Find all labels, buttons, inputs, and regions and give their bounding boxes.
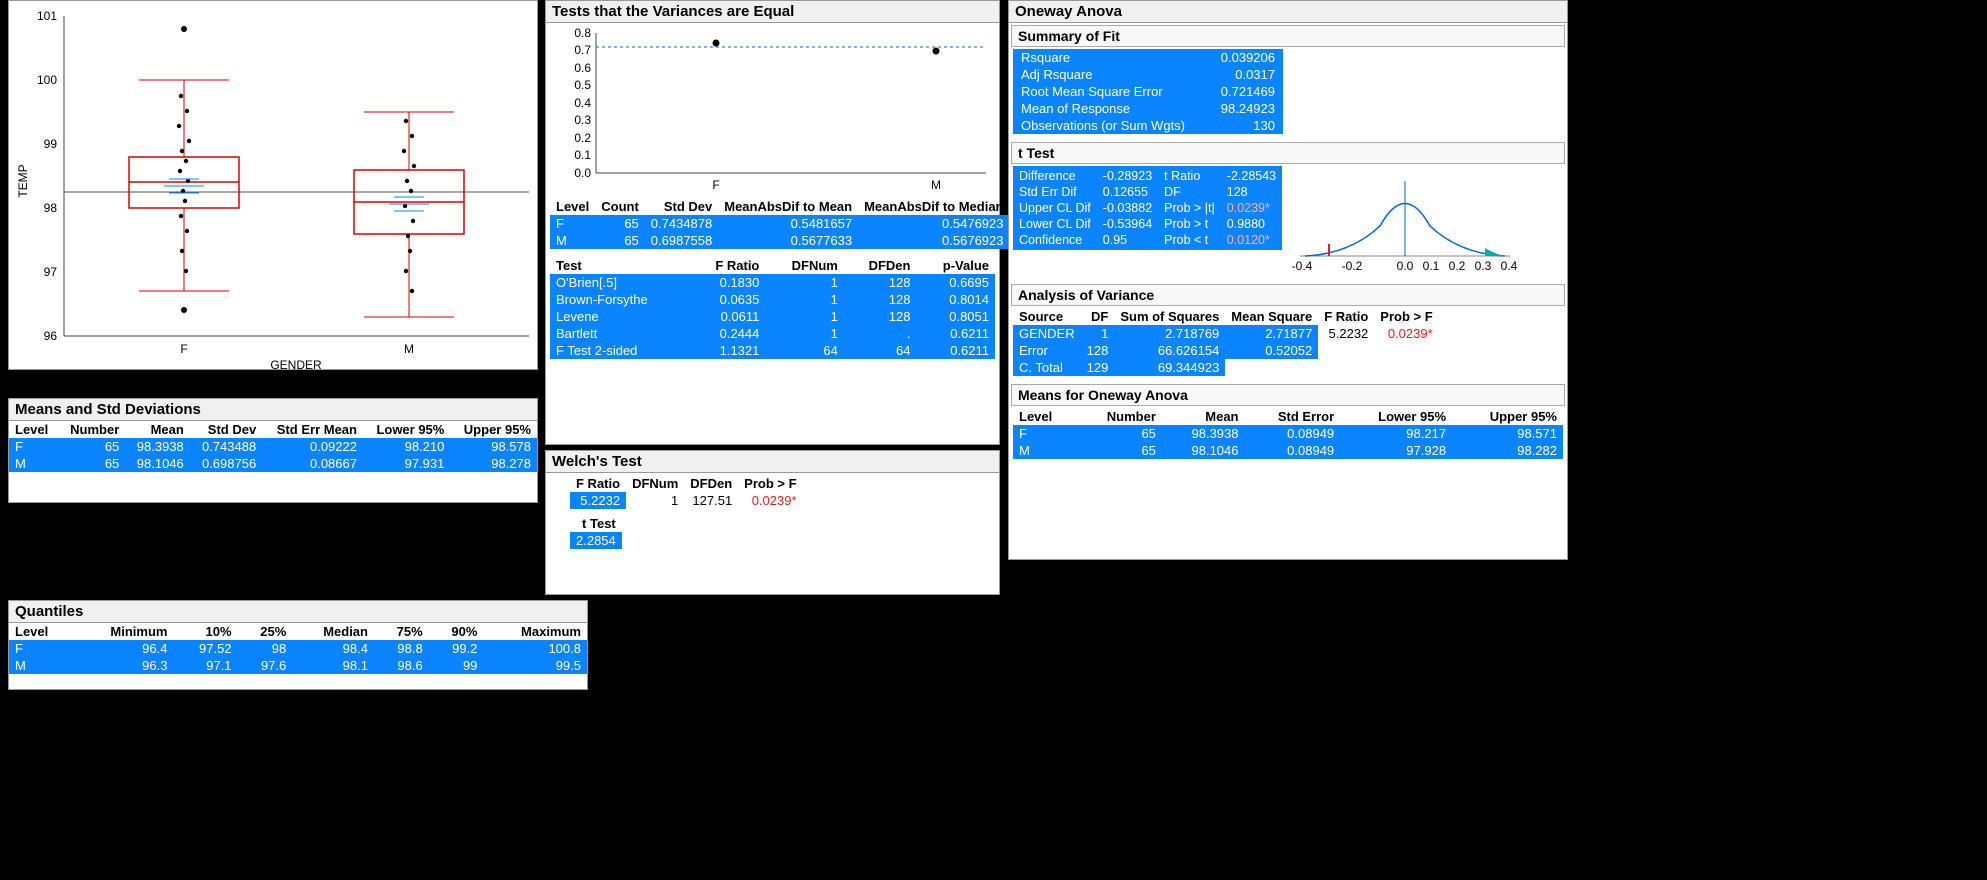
svg-text:0.3: 0.3 [1475,259,1492,273]
svg-text:100: 100 [37,73,57,87]
kv-row[interactable]: Root Mean Square Error0.721469 [1013,83,1283,100]
welch-panel: Welch's Test F RatioDFNumDFDenProb > F 5… [545,450,1000,595]
svg-text:0.5: 0.5 [574,78,591,92]
box-F [129,26,239,313]
svg-text:0.2: 0.2 [574,131,591,145]
svg-text:M: M [931,178,941,192]
aov-title: Analysis of Variance [1011,284,1565,306]
table-row[interactable]: F96.497.529898.498.899.2100.8 [9,640,587,657]
table-row[interactable]: F650.74348780.54816570.5476923 [550,215,1010,232]
svg-text:0.0: 0.0 [574,166,591,180]
svg-text:97: 97 [44,265,58,279]
svg-text:0.4: 0.4 [574,96,591,110]
svg-text:0.3: 0.3 [574,113,591,127]
svg-text:-0.2: -0.2 [1342,259,1363,273]
welch-title: Welch's Test [546,451,999,473]
svg-text:0.7: 0.7 [574,43,591,57]
variance-tests-title: Tests that the Variances are Equal [546,1,999,23]
means-sd-title: Means and Std Deviations [9,399,537,421]
table-row[interactable]: M6598.10460.6987560.0866797.93198.278 [9,455,537,472]
table-row[interactable]: C. Total12969.344923 [1013,359,1439,376]
svg-text:98: 98 [44,201,58,215]
table-row[interactable]: F Test 2-sided1.132164640.6211 [550,342,995,359]
boxplot-svg: 96 97 98 99 100 101 TEMP F M GENDER [9,1,539,371]
table-row[interactable]: O'Brien[.5]0.183011280.6695 [550,274,995,291]
table-row[interactable]: Levene0.061111280.8051 [550,308,995,325]
table-row[interactable]: F6598.39380.7434880.0922298.21098.578 [9,438,537,455]
table-row[interactable]: F6598.39380.0894998.21798.571 [1013,425,1563,442]
means-sd-panel: Means and Std Deviations Level Number Me… [8,398,538,503]
table-row[interactable]: 5.22321127.510.0239* [570,492,803,509]
table-row[interactable]: Bartlett0.24441.0.6211 [550,325,995,342]
svg-text:0.1: 0.1 [1423,259,1440,273]
quantiles-title: Quantiles [9,601,587,623]
boxplot-panel: 96 97 98 99 100 101 TEMP F M GENDER [8,0,538,370]
quantiles-panel: Quantiles LevelMinimum10%25%Median75%90%… [8,600,588,690]
table-row[interactable]: Error12866.6261540.52052 [1013,342,1439,359]
oneway-anova-panel: Oneway Anova Summary of Fit Rsquare0.039… [1008,0,1568,560]
kv-row[interactable]: Mean of Response98.24923 [1013,100,1283,117]
x-axis-label: GENDER [270,358,322,371]
table-row[interactable]: Brown-Forsythe0.063511280.8014 [550,291,995,308]
kv-row[interactable]: Rsquare0.039206 [1013,49,1283,66]
table-row[interactable]: GENDER12.7187692.718775.22320.0239* [1013,325,1439,342]
table-row[interactable]: M650.69875580.56776330.5676923 [550,232,1010,249]
ttest-title: t Test [1011,142,1565,164]
summary-fit-title: Summary of Fit [1011,25,1565,47]
box-M [354,112,464,317]
t-density-plot: -0.4 -0.2 0.0 0.1 0.2 0.3 0.4 [1290,166,1520,276]
anova-title: Oneway Anova [1009,1,1567,23]
svg-text:F: F [180,342,187,356]
svg-text:M: M [404,342,414,356]
svg-text:0.6: 0.6 [574,61,591,75]
svg-text:F: F [712,178,719,192]
table-row[interactable]: M96.397.197.698.198.69999.5 [9,657,587,674]
kv-row[interactable]: Adj Rsquare0.0317 [1013,66,1283,83]
svg-text:99: 99 [44,137,58,151]
svg-text:0.2: 0.2 [1449,259,1466,273]
y-axis-label: TEMP [16,164,30,197]
variance-tests-panel: Tests that the Variances are Equal 0.0 0… [545,0,1000,445]
variance-dotplot: 0.0 0.1 0.2 0.3 0.4 0.5 0.6 0.7 0.8 F M [546,23,996,193]
kv-row[interactable]: Observations (or Sum Wgts)130 [1013,117,1283,134]
table-row[interactable]: M6598.10460.0894997.92898.282 [1013,442,1563,459]
svg-text:0.1: 0.1 [574,148,591,162]
means-anova-title: Means for Oneway Anova [1011,384,1565,406]
svg-text:-0.4: -0.4 [1292,259,1313,273]
svg-text:0.8: 0.8 [574,26,591,40]
svg-text:101: 101 [37,9,57,23]
svg-text:0.4: 0.4 [1501,259,1518,273]
svg-text:0.0: 0.0 [1397,259,1414,273]
table-row[interactable]: 2.2854 [570,532,622,549]
svg-text:96: 96 [44,329,58,343]
